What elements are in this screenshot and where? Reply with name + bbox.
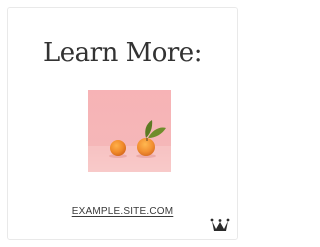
apricots-photo <box>88 90 171 172</box>
learn-more-card: Learn More: EXAMPLE.SITE.COM <box>7 7 238 240</box>
example-site-link[interactable]: EXAMPLE.SITE.COM <box>8 206 237 217</box>
card-title: Learn More: <box>43 38 202 68</box>
crown-logo-icon[interactable] <box>209 214 231 236</box>
